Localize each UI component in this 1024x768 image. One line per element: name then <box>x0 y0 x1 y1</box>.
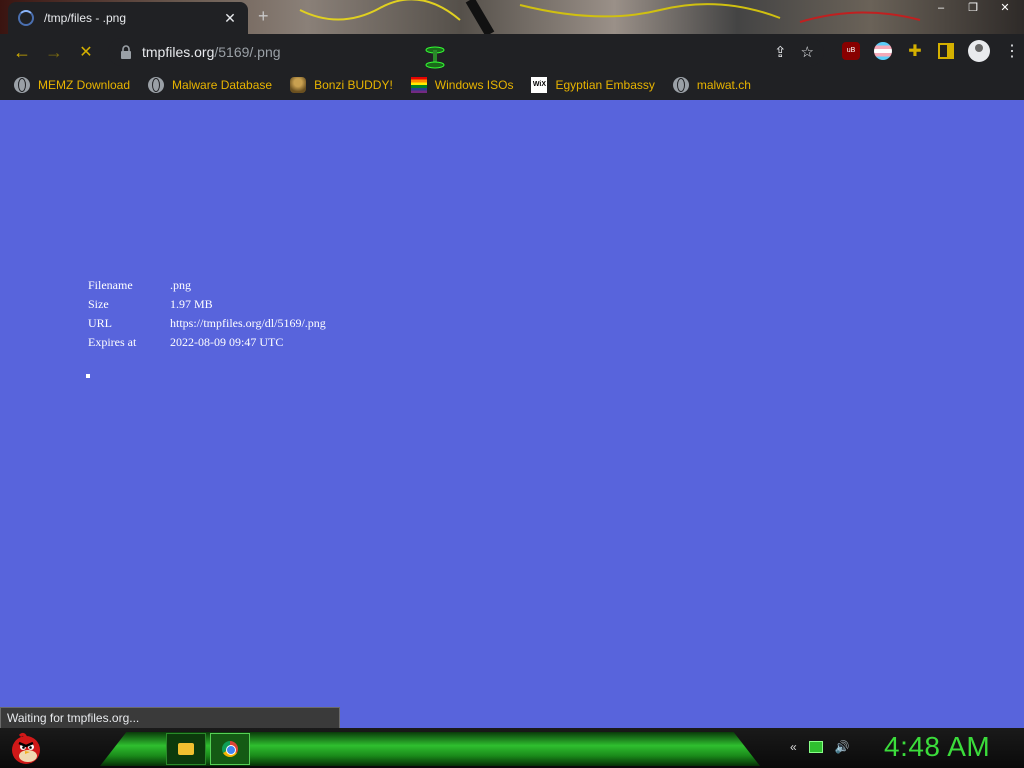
lock-icon <box>121 45 131 59</box>
bookmark-malwatch[interactable]: malwat.ch <box>672 77 751 93</box>
table-row: URL https://tmpfiles.org/dl/5169/.png <box>88 316 326 335</box>
new-tab-button[interactable]: + <box>258 6 269 27</box>
bookmark-memz-download[interactable]: MEMZ Download <box>14 77 130 93</box>
page-content: Filename .png Size 1.97 MB URL https://t… <box>0 100 1024 728</box>
bonzi-icon <box>290 77 307 93</box>
bookmark-label: Bonzi BUDDY! <box>314 78 393 92</box>
filename-value: .png <box>170 278 191 292</box>
table-row: Expires at 2022-08-09 09:47 UTC <box>88 335 326 354</box>
close-window-button[interactable]: ✕ <box>992 0 1018 16</box>
tab-close-icon[interactable]: ✕ <box>222 10 238 27</box>
angry-bird-start-icon[interactable] <box>8 730 44 766</box>
url-value[interactable]: https://tmpfiles.org/dl/5169/.png <box>170 316 326 335</box>
stop-loading-button[interactable]: ✕ <box>70 36 102 68</box>
bookmark-windows-isos[interactable]: Windows ISOs <box>410 77 514 93</box>
maximize-button[interactable]: ❐ <box>960 0 986 16</box>
back-button[interactable]: ← <box>6 36 38 68</box>
bookmark-label: Egyptian Embassy <box>555 78 655 92</box>
chrome-icon <box>222 741 238 757</box>
expires-value: 2022-08-09 09:47 UTC <box>170 335 284 349</box>
tray-chevron-icon[interactable]: « <box>790 740 797 754</box>
url-host: tmpfiles.org <box>142 44 215 60</box>
filename-key: Filename <box>88 278 133 292</box>
system-tray: « 🔊 <box>790 740 850 754</box>
bookmark-star-icon[interactable]: ☆ <box>801 43 814 61</box>
bookmark-malware-database[interactable]: Malware Database <box>148 77 272 93</box>
browser-menu-icon[interactable]: ⋮ <box>1004 41 1020 61</box>
loading-spinner-icon <box>18 10 34 26</box>
bookmark-egyptian-embassy[interactable]: WiX Egyptian Embassy <box>531 77 655 93</box>
size-value: 1.97 MB <box>170 297 213 311</box>
rainbow-flag-icon <box>410 77 427 93</box>
bookmark-label: Windows ISOs <box>434 78 514 92</box>
network-icon[interactable] <box>808 741 823 753</box>
file-info-table: Filename .png Size 1.97 MB URL https://t… <box>88 278 326 354</box>
bookmark-label: MEMZ Download <box>38 78 131 92</box>
url-key: URL <box>88 316 112 330</box>
taskbar <box>0 728 1024 768</box>
bookmark-bonzi-buddy[interactable]: Bonzi BUDDY! <box>290 77 393 93</box>
browser-tab-active[interactable]: /tmp/files - .png ✕ <box>8 2 248 34</box>
image-preview[interactable] <box>86 374 90 378</box>
expires-key: Expires at <box>88 335 137 349</box>
folder-icon <box>178 743 194 755</box>
status-bar: Waiting for tmpfiles.org... <box>0 707 340 729</box>
address-bar[interactable]: tmpfiles.org/5169/.png ⇪ ☆ <box>108 38 824 66</box>
tab-title: /tmp/files - .png <box>44 11 127 25</box>
table-row: Filename .png <box>88 278 326 297</box>
ublock-extension-icon[interactable]: uB <box>842 42 860 60</box>
alien-cursor-icon <box>425 46 445 69</box>
table-row: Size 1.97 MB <box>88 297 326 316</box>
bookmarks-bar: MEMZ Download Malware Database Bonzi BUD… <box>0 70 1024 100</box>
flag-extension-icon[interactable] <box>874 42 892 60</box>
title-bar: /tmp/files - .png ✕ + – ❐ ✕ <box>0 0 1024 34</box>
url-path: /5169/.png <box>214 44 281 60</box>
taskbar-chrome[interactable] <box>210 733 250 765</box>
window-controls: – ❐ ✕ <box>928 0 1018 16</box>
taskbar-clock[interactable]: 4:48 AM <box>884 731 990 763</box>
taskbar-file-explorer[interactable] <box>166 733 206 765</box>
minimize-button[interactable]: – <box>928 0 954 16</box>
profile-avatar[interactable] <box>968 40 990 62</box>
bookmark-label: Malware Database <box>172 78 273 92</box>
share-icon[interactable]: ⇪ <box>774 43 787 61</box>
wix-icon: WiX <box>531 77 548 93</box>
volume-icon[interactable]: 🔊 <box>835 740 850 754</box>
globe-icon <box>148 77 165 93</box>
size-key: Size <box>88 297 109 311</box>
forward-button[interactable]: → <box>38 36 70 68</box>
extensions-puzzle-icon[interactable]: ✚ <box>906 41 924 61</box>
globe-icon <box>672 77 689 93</box>
extensions-area: uB ✚ ⋮ <box>842 40 1020 62</box>
globe-icon <box>14 77 30 93</box>
bookmark-label: malwat.ch <box>696 78 751 92</box>
side-panel-icon[interactable] <box>938 43 954 59</box>
